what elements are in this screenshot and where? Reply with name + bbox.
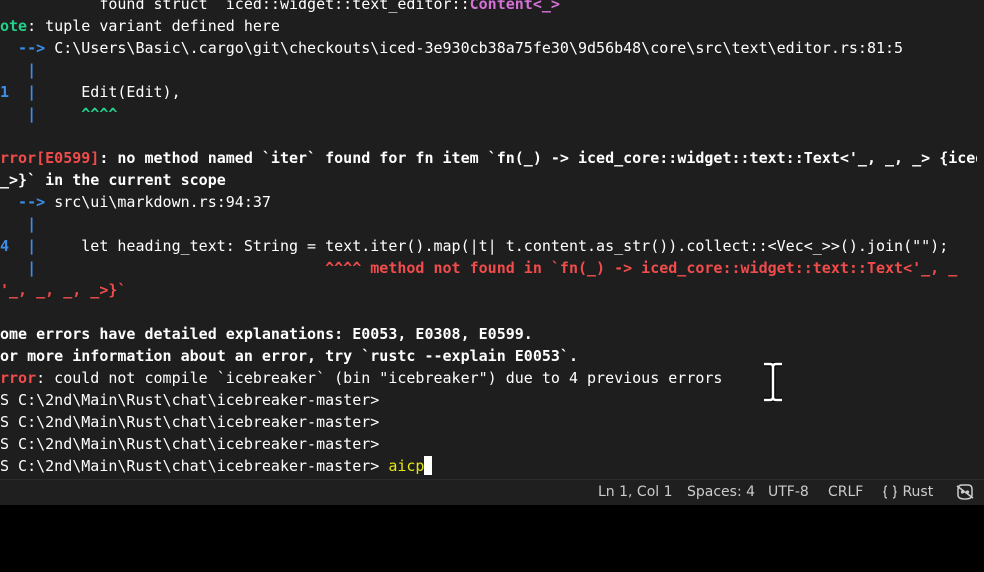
terminal-line: _>}` in the current scope xyxy=(0,169,226,191)
terminal-text: S C:\2nd\Main\Rust\chat\icebreaker-maste… xyxy=(0,435,380,453)
terminal-text: _>}` in the current scope xyxy=(0,171,226,189)
cursor-position[interactable]: Ln 1, Col 1 xyxy=(598,480,673,505)
terminal-text: rror[E0599] xyxy=(0,149,100,167)
copilot-icon xyxy=(956,484,974,500)
terminal-line: | ^^^^ xyxy=(0,103,117,125)
terminal-text: C:\Users\Basic\.cargo\git\checkouts\iced… xyxy=(54,39,904,57)
terminal-text: rror xyxy=(0,369,37,387)
terminal-line: | xyxy=(0,213,36,235)
terminal-text: --> xyxy=(0,39,55,57)
terminal-text: | xyxy=(0,259,37,277)
terminal-line: --> src\ui\markdown.rs:94:37 xyxy=(0,191,271,213)
terminal-text: S C:\2nd\Main\Rust\chat\icebreaker-maste… xyxy=(0,391,380,409)
file-encoding[interactable]: UTF-8 xyxy=(768,480,809,505)
terminal-text: ^^^^ method not found in `fn(_) -> iced_… xyxy=(36,259,958,277)
terminal-text: or more information about an error, try … xyxy=(0,347,578,365)
terminal-text: 1 | xyxy=(0,83,37,101)
terminal-text: ` xyxy=(559,0,569,13)
terminal-text: --> xyxy=(0,193,55,211)
terminal-line: found struct `iced::widget::text_editor:… xyxy=(0,0,569,15)
terminal-line: rror: could not compile `icebreaker` (bi… xyxy=(0,367,722,389)
terminal-text: 4 | xyxy=(0,237,37,255)
terminal-text: ^^^^ xyxy=(36,105,118,123)
terminal-line: ome errors have detailed explanations: E… xyxy=(0,323,533,345)
terminal-text: : tuple variant defined here xyxy=(27,17,280,35)
terminal-line: S C:\2nd\Main\Rust\chat\icebreaker-maste… xyxy=(0,433,379,455)
terminal-line: '_, _, _, _>}` xyxy=(0,279,126,301)
terminal-text: S C:\2nd\Main\Rust\chat\icebreaker-maste… xyxy=(0,413,380,431)
terminal-text: found struct `iced::widget::text_editor:… xyxy=(0,0,470,13)
bottom-panel xyxy=(0,505,984,572)
terminal-text: aicp xyxy=(388,457,425,475)
terminal-output[interactable]: found struct `iced::widget::text_editor:… xyxy=(0,0,984,479)
status-bar: Ln 1, Col 1 Spaces: 4 UTF-8 CRLF Rust xyxy=(0,479,984,505)
terminal-text: : could not compile `icebreaker` (bin "i… xyxy=(36,369,723,387)
terminal-cursor xyxy=(424,456,433,475)
terminal-line: | xyxy=(0,59,36,81)
terminal-text: Content<_> xyxy=(469,0,560,13)
braces-icon xyxy=(883,485,897,499)
terminal-text: ome errors have detailed explanations: E… xyxy=(0,325,533,343)
terminal-line: 4 | let heading_text: String = text.iter… xyxy=(0,235,948,257)
terminal-line: --> C:\Users\Basic\.cargo\git\checkouts\… xyxy=(0,37,903,59)
terminal-line: or more information about an error, try … xyxy=(0,345,578,367)
terminal-line: S C:\2nd\Main\Rust\chat\icebreaker-maste… xyxy=(0,411,379,433)
terminal-text: '_, _, _, _>}` xyxy=(0,281,127,299)
terminal-scrollbar[interactable] xyxy=(977,0,984,479)
terminal-line: S C:\2nd\Main\Rust\chat\icebreaker-maste… xyxy=(0,455,433,477)
language-label: Rust xyxy=(902,484,934,500)
terminal-text: src\ui\markdown.rs:94:37 xyxy=(54,193,271,211)
copilot-status[interactable] xyxy=(955,480,975,505)
terminal-text: Edit(Edit), xyxy=(36,83,181,101)
line-ending[interactable]: CRLF xyxy=(828,480,863,505)
text-cursor-icon xyxy=(764,362,782,402)
terminal-text: ote xyxy=(0,17,28,35)
terminal-line: rror[E0599]: no method named `iter` foun… xyxy=(0,147,984,169)
terminal-text: | xyxy=(0,105,37,123)
terminal-text: | xyxy=(0,61,37,79)
terminal-line: 1 | Edit(Edit), xyxy=(0,81,181,103)
language-mode[interactable]: Rust xyxy=(882,480,933,505)
terminal-line: S C:\2nd\Main\Rust\chat\icebreaker-maste… xyxy=(0,389,379,411)
terminal-text: S C:\2nd\Main\Rust\chat\icebreaker-maste… xyxy=(0,457,389,475)
terminal-line: | ^^^^ method not found in `fn(_) -> ice… xyxy=(0,257,957,279)
terminal-text: let heading_text: String = text.iter().m… xyxy=(36,237,949,255)
terminal-text: : no method named `iter` found for fn it… xyxy=(99,149,984,167)
terminal-line: ote: tuple variant defined here xyxy=(0,15,280,37)
terminal-text: | xyxy=(0,215,37,233)
indentation-setting[interactable]: Spaces: 4 xyxy=(687,480,755,505)
